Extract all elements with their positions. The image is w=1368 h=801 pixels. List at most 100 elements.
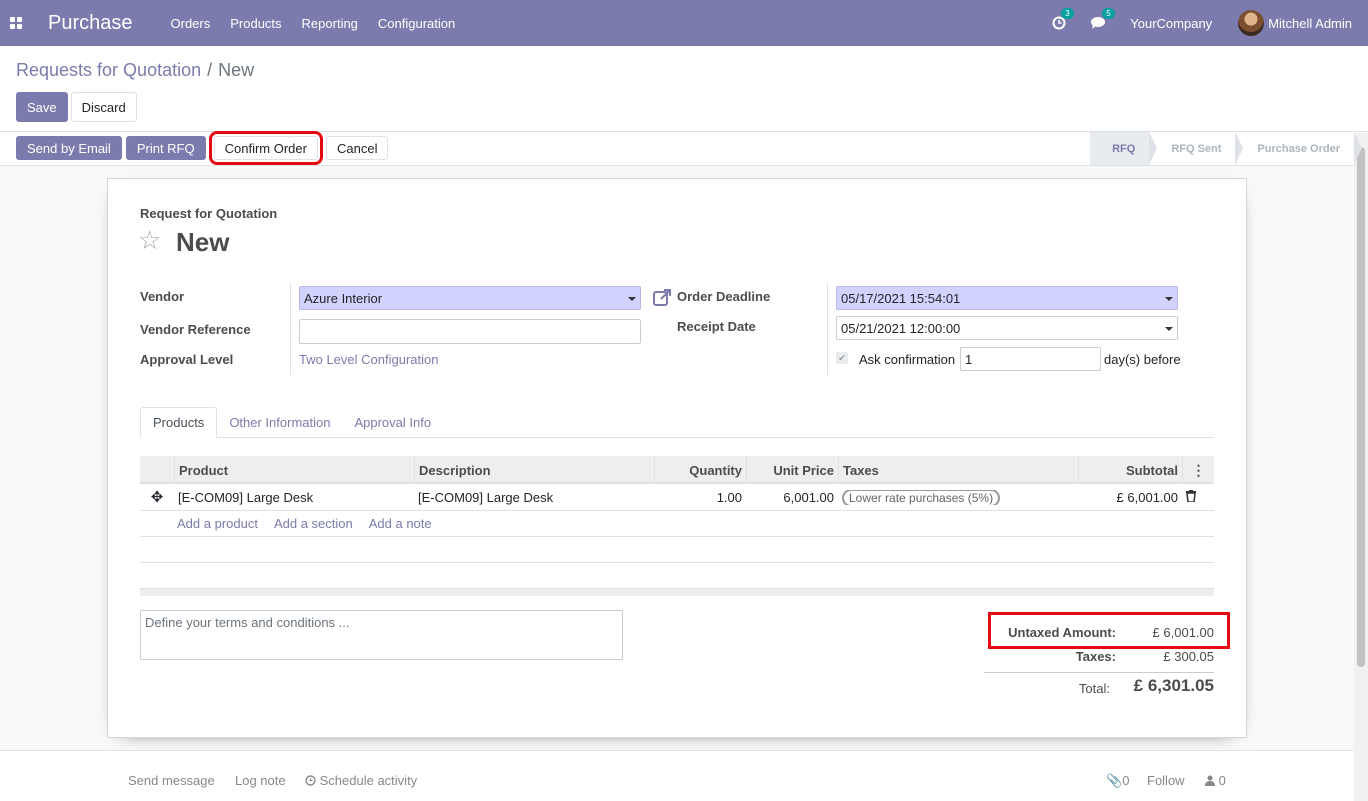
- print-rfq-button[interactable]: Print RFQ: [125, 136, 206, 160]
- order-deadline-label: Order Deadline: [677, 289, 771, 304]
- activity-button[interactable]: 3: [1052, 8, 1074, 30]
- totals-divider: [984, 672, 1214, 673]
- row-taxes[interactable]: Lower rate purchases (5%): [838, 489, 1078, 505]
- breadcrumb-separator: /: [207, 60, 213, 80]
- schedule-activity-button[interactable]: Schedule activity: [305, 773, 417, 788]
- breadcrumb: Requests for Quotation / New: [16, 60, 254, 81]
- vertical-divider: [827, 283, 828, 375]
- user-menu[interactable]: Mitchell Admin: [1268, 16, 1352, 31]
- ask-confirmation-label: Ask confirmation: [859, 352, 956, 367]
- add-note-link[interactable]: Add a note: [369, 516, 432, 531]
- menu-reporting[interactable]: Reporting: [302, 16, 358, 31]
- untaxed-amount-label: Untaxed Amount:: [1008, 625, 1116, 640]
- approval-level-link[interactable]: Two Level Configuration: [299, 352, 438, 367]
- discard-button[interactable]: Discard: [70, 92, 137, 122]
- column-quantity[interactable]: Quantity: [654, 456, 746, 484]
- optional-columns-toggle[interactable]: ⋮: [1182, 456, 1214, 484]
- form-sheet: Request for Quotation ☆ New Vendor Azure…: [107, 178, 1247, 738]
- column-description[interactable]: Description: [414, 456, 654, 484]
- vendor-reference-field[interactable]: [299, 319, 641, 344]
- breadcrumb-rfq-link[interactable]: Requests for Quotation: [16, 60, 201, 81]
- external-link-icon[interactable]: [653, 289, 672, 309]
- column-taxes[interactable]: Taxes: [838, 456, 1078, 484]
- tax-tag: Lower rate purchases (5%): [842, 489, 1001, 505]
- stage-purchase-order[interactable]: Purchase Order: [1235, 132, 1362, 165]
- send-by-email-button[interactable]: Send by Email: [16, 136, 122, 160]
- chevron-down-icon: [1165, 297, 1173, 301]
- attachments-button[interactable]: 📎0: [1106, 773, 1129, 789]
- send-message-button[interactable]: Send message: [128, 773, 215, 788]
- document-title: New: [176, 227, 230, 257]
- apps-menu-icon[interactable]: [0, 0, 32, 46]
- chatter-bar: Send message Log note Schedule activity …: [0, 750, 1354, 801]
- document-type-label: Request for Quotation: [140, 206, 278, 221]
- scrollbar[interactable]: [1354, 133, 1368, 801]
- total-label: Total:: [1078, 681, 1110, 696]
- row-quantity[interactable]: 1.00: [654, 490, 746, 505]
- tab-products[interactable]: Products: [140, 407, 218, 438]
- messages-badge: 5: [1102, 8, 1115, 19]
- avatar[interactable]: [1238, 10, 1265, 36]
- add-product-link[interactable]: Add a product: [177, 516, 258, 531]
- schedule-activity-label: Schedule activity: [319, 773, 418, 788]
- add-section-link[interactable]: Add a section: [274, 516, 353, 531]
- reminder-days-value: 1: [965, 351, 973, 367]
- menu-products[interactable]: Products: [230, 16, 281, 31]
- log-note-button[interactable]: Log note: [235, 773, 286, 788]
- row-description[interactable]: [E-COM09] Large Desk: [414, 490, 654, 505]
- status-bar: Send by Email Print RFQ Confirm Order Ca…: [0, 131, 1368, 166]
- paperclip-icon: 📎: [1106, 773, 1123, 788]
- taxes-label: Taxes:: [1075, 649, 1116, 664]
- notebook-tabs: Products Other Information Approval Info: [140, 407, 1214, 438]
- vertical-dots-icon: ⋮: [1191, 462, 1206, 478]
- vendor-reference-label: Vendor Reference: [140, 322, 251, 337]
- follow-button[interactable]: Follow: [1147, 773, 1185, 788]
- tab-other-information[interactable]: Other Information: [217, 407, 342, 438]
- column-unit-price[interactable]: Unit Price: [746, 456, 838, 484]
- clock-icon: [305, 775, 316, 786]
- reminder-days-input[interactable]: 1: [960, 347, 1101, 371]
- trash-icon[interactable]: [1182, 489, 1214, 505]
- stage-rfq[interactable]: RFQ: [1090, 132, 1158, 165]
- menu-orders[interactable]: Orders: [171, 16, 211, 31]
- order-deadline-field[interactable]: 05/17/2021 15:54:01: [836, 286, 1178, 310]
- drag-handle-icon[interactable]: ✥: [140, 488, 174, 506]
- untaxed-amount-value: £ 6,001.00: [1152, 625, 1214, 640]
- receipt-date-label: Receipt Date: [677, 319, 756, 334]
- row-subtotal: £ 6,001.00: [1116, 489, 1178, 505]
- order-deadline-value: 05/17/2021 15:54:01: [841, 290, 961, 306]
- vertical-divider: [290, 283, 291, 375]
- total-value: £ 6,301.05: [1133, 676, 1214, 695]
- receipt-date-field[interactable]: 05/21/2021 12:00:00: [836, 316, 1178, 340]
- breadcrumb-current: New: [218, 60, 255, 80]
- followers-count: 0: [1218, 773, 1226, 788]
- followers-button[interactable]: 0: [1205, 773, 1226, 788]
- terms-conditions-input[interactable]: Define your terms and conditions ...: [140, 610, 623, 660]
- column-subtotal[interactable]: Subtotal: [1078, 456, 1182, 484]
- messages-button[interactable]: 5: [1090, 8, 1115, 30]
- save-button[interactable]: Save: [16, 92, 68, 122]
- tab-approval-info[interactable]: Approval Info: [342, 407, 443, 438]
- attachments-count: 0: [1122, 773, 1130, 788]
- order-lines-table: Product Description Quantity Unit Price …: [140, 456, 1214, 596]
- confirm-order-button[interactable]: Confirm Order: [208, 131, 324, 165]
- company-switcher[interactable]: YourCompany: [1130, 16, 1212, 31]
- menu-configuration[interactable]: Configuration: [378, 16, 455, 31]
- star-icon[interactable]: ☆: [138, 225, 161, 256]
- scrollbar-thumb[interactable]: [1357, 147, 1365, 667]
- top-navbar: Purchase Orders Products Reporting Confi…: [0, 0, 1368, 46]
- table-row[interactable]: ✥ [E-COM09] Large Desk [E-COM09] Large D…: [140, 484, 1214, 511]
- activity-badge: 3: [1061, 8, 1074, 19]
- column-product[interactable]: Product: [174, 456, 414, 484]
- stage-rfq-sent[interactable]: RFQ Sent: [1149, 132, 1244, 165]
- table-footer: [140, 589, 1214, 596]
- add-line-row: Add a product Add a section Add a note: [140, 511, 1214, 537]
- row-unit-price[interactable]: 6,001.00: [746, 490, 838, 505]
- chevron-down-icon: [1165, 327, 1173, 331]
- vendor-label: Vendor: [140, 289, 185, 304]
- row-product[interactable]: [E-COM09] Large Desk: [174, 490, 414, 505]
- ask-confirmation-checkbox[interactable]: ✔: [836, 352, 848, 364]
- cancel-button[interactable]: Cancel: [325, 136, 389, 160]
- vendor-field[interactable]: Azure Interior: [299, 286, 641, 310]
- app-name[interactable]: Purchase: [48, 12, 133, 35]
